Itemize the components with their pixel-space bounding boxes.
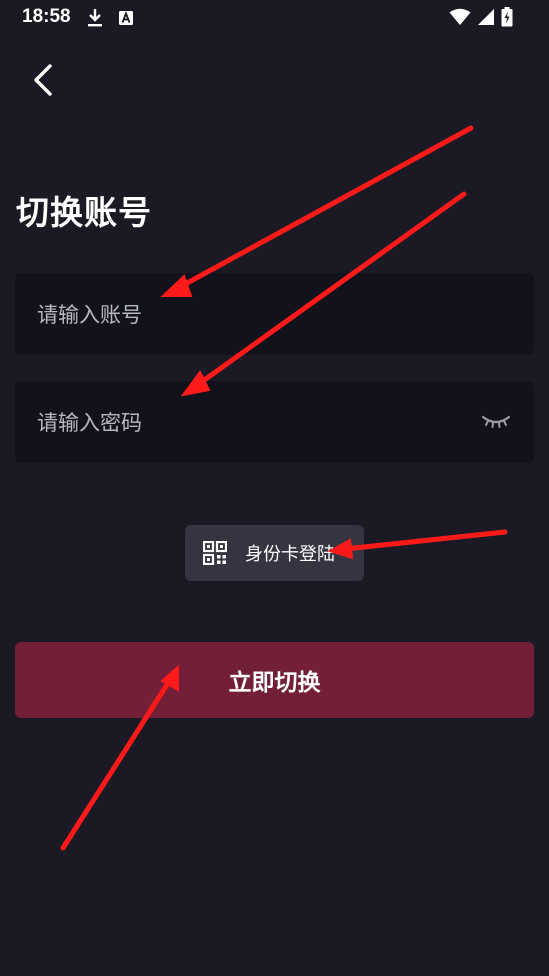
- chevron-left-icon: [26, 64, 62, 104]
- back-button[interactable]: [26, 60, 62, 100]
- status-bar: 18:58: [0, 0, 549, 36]
- switch-now-button[interactable]: 立即切换: [15, 642, 534, 718]
- id-card-login-button[interactable]: 身份卡登陆: [185, 525, 364, 581]
- download-icon: [86, 8, 104, 32]
- password-field[interactable]: [15, 381, 534, 465]
- password-input[interactable]: [35, 381, 479, 465]
- signal-icon: [477, 8, 495, 30]
- switch-account-screen: 18:58 切换账号 请输入账号 身份卡登陆 立即切换: [0, 0, 549, 976]
- account-field[interactable]: [15, 273, 534, 357]
- id-card-login-label: 身份卡登陆: [245, 544, 335, 565]
- annotation-overlay: [60, 125, 508, 851]
- status-notification-icons: [86, 8, 134, 32]
- status-system-icons: [449, 7, 513, 31]
- account-input[interactable]: [35, 273, 479, 357]
- switch-now-label: 立即切换: [228, 670, 321, 696]
- wifi-icon: [449, 8, 471, 30]
- qr-code-icon: [202, 540, 228, 566]
- page-title: 切换账号: [16, 193, 152, 232]
- annotation-arrow: [160, 125, 474, 297]
- battery-charging-icon: [501, 7, 513, 31]
- eye-closed-icon[interactable]: [480, 411, 512, 433]
- status-time: 18:58: [22, 6, 71, 27]
- a-badge-icon: [118, 10, 134, 30]
